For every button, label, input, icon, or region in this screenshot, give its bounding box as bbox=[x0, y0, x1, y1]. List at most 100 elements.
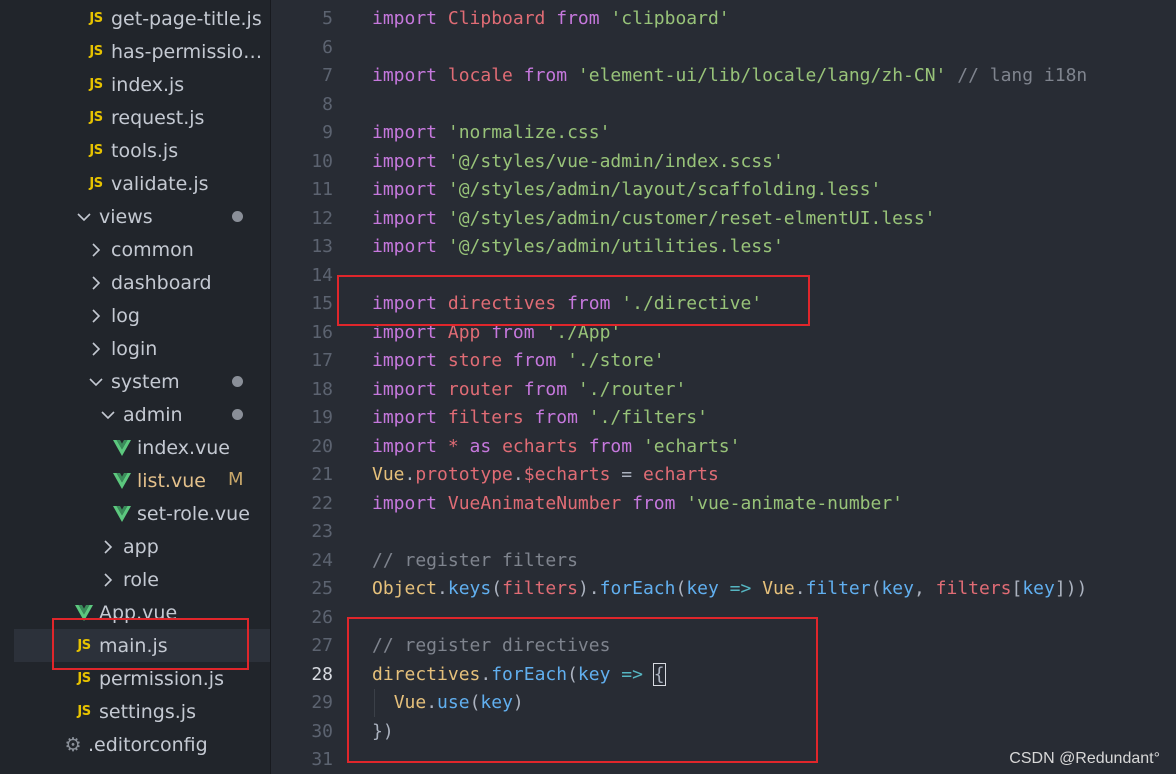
code-token: import bbox=[372, 208, 448, 229]
code-line[interactable]: import 'normalize.css' bbox=[372, 119, 610, 147]
code-line[interactable]: import router from './router' bbox=[372, 376, 686, 404]
code-line[interactable]: import '@/styles/admin/layout/scaffoldin… bbox=[372, 176, 881, 204]
watermark: CSDN @Redundant° bbox=[1009, 750, 1160, 767]
code-line[interactable]: import store from './store' bbox=[372, 347, 665, 375]
code-token: * bbox=[447, 436, 459, 457]
code-line[interactable]: import locale from 'element-ui/lib/local… bbox=[372, 62, 1087, 90]
explorer-item-admin[interactable]: admin bbox=[0, 398, 270, 431]
explorer-item-index-js[interactable]: JS index.js bbox=[0, 68, 270, 101]
explorer-item-editorconfig[interactable]: ⚙ .editorconfig bbox=[0, 728, 270, 761]
javascript-file-icon: JS bbox=[89, 11, 103, 26]
line-number: 6 bbox=[322, 37, 333, 58]
explorer-item-label: app bbox=[123, 535, 159, 558]
code-token: '@/styles/vue-admin/index.scss' bbox=[447, 151, 784, 172]
code-token: import bbox=[372, 151, 448, 172]
code-line[interactable]: import '@/styles/admin/utilities.less' bbox=[372, 233, 784, 261]
code-token: from bbox=[512, 65, 578, 86]
explorer-item-tools-js[interactable]: JS tools.js bbox=[0, 134, 270, 167]
javascript-file-icon: JS bbox=[89, 77, 103, 92]
highlight-box-import-directives bbox=[337, 275, 810, 326]
modified-dot-icon bbox=[232, 376, 243, 387]
code-line[interactable]: import filters from './filters' bbox=[372, 404, 708, 432]
line-number: 8 bbox=[322, 94, 333, 115]
explorer-item-settings-js[interactable]: JS settings.js bbox=[0, 695, 270, 728]
line-number: 5 bbox=[322, 8, 333, 29]
vue-file-icon bbox=[110, 472, 134, 489]
javascript-file-icon: JS bbox=[77, 671, 91, 686]
code-token: prototype bbox=[415, 464, 513, 485]
explorer-item-label: set-role.vue bbox=[137, 502, 250, 525]
explorer-item-index-vue[interactable]: index.vue bbox=[0, 431, 270, 464]
code-token: . bbox=[794, 578, 806, 599]
code-token: '@/styles/admin/utilities.less' bbox=[447, 236, 784, 257]
line-number: 24 bbox=[311, 550, 333, 571]
vue-file-icon bbox=[110, 505, 134, 522]
code-token: './router' bbox=[577, 379, 687, 400]
explorer-item-login[interactable]: login bbox=[0, 332, 270, 365]
explorer-item-system[interactable]: system bbox=[0, 365, 270, 398]
chevron-right-icon bbox=[84, 341, 108, 356]
code-token: as bbox=[458, 436, 503, 457]
code-token: from bbox=[523, 407, 589, 428]
explorer-item-label: admin bbox=[123, 403, 183, 426]
chevron-right-icon bbox=[84, 275, 108, 290]
explorer-item-views[interactable]: views bbox=[0, 200, 270, 233]
explorer-item-label: list.vue bbox=[137, 469, 206, 492]
chevron-right-icon bbox=[96, 539, 120, 554]
javascript-file-icon: JS bbox=[77, 704, 91, 719]
code-token: import bbox=[372, 436, 448, 457]
code-token: from bbox=[512, 379, 578, 400]
code-token: Clipboard bbox=[447, 8, 546, 29]
explorer-item-validate-js[interactable]: JS validate.js bbox=[0, 167, 270, 200]
explorer-item-get-page-title-js[interactable]: JS get-page-title.js bbox=[0, 2, 270, 35]
code-token: Vue bbox=[762, 578, 795, 599]
explorer-item-log[interactable]: log bbox=[0, 299, 270, 332]
code-token: // lang i18n bbox=[946, 65, 1088, 86]
chevron-down-icon bbox=[72, 211, 96, 223]
explorer-item-label: tools.js bbox=[111, 139, 179, 162]
line-number: 11 bbox=[311, 179, 333, 200]
explorer-item-has-permissions[interactable]: JS has-permissions... bbox=[0, 35, 270, 68]
line-number: 20 bbox=[311, 436, 333, 457]
code-token: key bbox=[686, 578, 719, 599]
code-line[interactable]: import * as echarts from 'echarts' bbox=[372, 433, 741, 461]
code-token: ( bbox=[675, 578, 687, 599]
line-number: 7 bbox=[322, 65, 333, 86]
code-token: 'normalize.css' bbox=[447, 122, 611, 143]
explorer-item-list-vue[interactable]: list.vue M bbox=[0, 464, 270, 497]
code-line[interactable]: Object.keys(filters).forEach(key => Vue.… bbox=[372, 575, 1087, 603]
explorer-item-common[interactable]: common bbox=[0, 233, 270, 266]
explorer-item-label: validate.js bbox=[111, 172, 209, 195]
code-token: locale bbox=[447, 65, 513, 86]
code-line[interactable]: // register filters bbox=[372, 547, 578, 575]
code-token: => bbox=[718, 578, 763, 599]
vue-file-icon bbox=[110, 439, 134, 456]
explorer-item-label: settings.js bbox=[99, 700, 196, 723]
code-line[interactable]: import '@/styles/admin/customer/reset-el… bbox=[372, 205, 936, 233]
code-token: keys bbox=[447, 578, 492, 599]
explorer-item-app[interactable]: app bbox=[0, 530, 270, 563]
explorer-item-set-role-vue[interactable]: set-role.vue bbox=[0, 497, 270, 530]
chevron-right-icon bbox=[84, 242, 108, 257]
explorer-item-role[interactable]: role bbox=[0, 563, 270, 596]
code-token: . bbox=[404, 464, 416, 485]
code-line[interactable]: Vue.prototype.$echarts = echarts bbox=[372, 461, 719, 489]
explorer-item-request-js[interactable]: JS request.js bbox=[0, 101, 270, 134]
code-line[interactable]: import VueAnimateNumber from 'vue-animat… bbox=[372, 490, 903, 518]
line-number: 29 bbox=[311, 692, 333, 713]
code-token: . bbox=[512, 464, 524, 485]
code-token: ])) bbox=[1054, 578, 1088, 599]
javascript-file-icon: JS bbox=[89, 176, 103, 191]
code-line[interactable]: import '@/styles/vue-admin/index.scss' bbox=[372, 148, 784, 176]
explorer-item-dashboard[interactable]: dashboard bbox=[0, 266, 270, 299]
javascript-file-icon: JS bbox=[89, 110, 103, 125]
code-line[interactable]: import Clipboard from 'clipboard' bbox=[372, 5, 730, 33]
code-token: filter bbox=[805, 578, 871, 599]
explorer-item-label: role bbox=[123, 568, 159, 591]
code-token: = bbox=[610, 464, 643, 485]
line-number: 10 bbox=[311, 151, 333, 172]
modified-dot-icon bbox=[232, 211, 243, 222]
code-token: ( bbox=[491, 578, 503, 599]
code-token: import bbox=[372, 379, 448, 400]
chevron-down-icon bbox=[84, 376, 108, 388]
